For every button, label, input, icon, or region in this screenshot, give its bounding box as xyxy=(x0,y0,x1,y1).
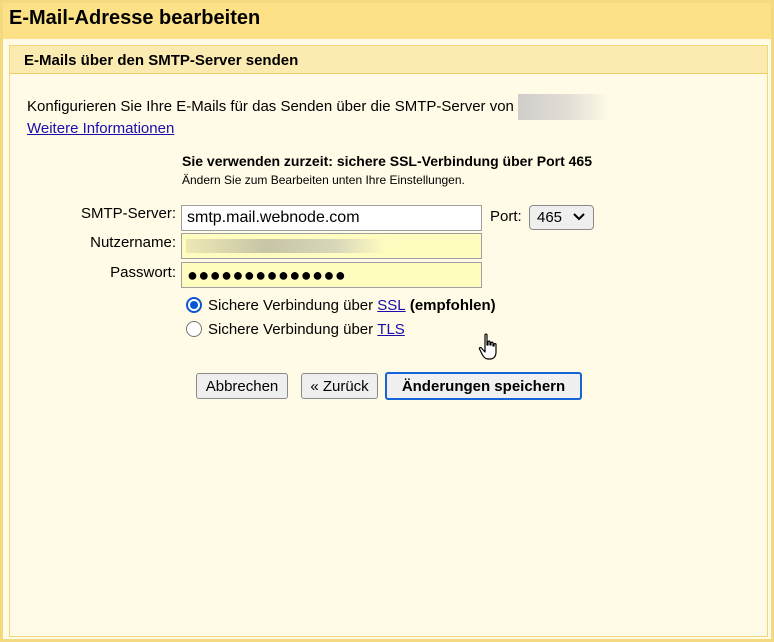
password-input[interactable]: ●●●●●●●●●●●●●● xyxy=(181,262,482,288)
redacted-provider xyxy=(518,94,611,120)
dialog-title: E-Mail-Adresse bearbeiten xyxy=(9,7,261,29)
smtp-server-input[interactable] xyxy=(181,205,482,231)
port-select[interactable]: 465 xyxy=(529,205,594,230)
port-value: 465 xyxy=(537,209,563,226)
intro-text: Konfigurieren Sie Ihre E-Mails für das S… xyxy=(27,97,514,115)
ssl-radio[interactable] xyxy=(186,297,202,313)
section-title: E-Mails über den SMTP-Server senden xyxy=(24,52,299,69)
ssl-recommended: (empfohlen) xyxy=(409,296,496,314)
tls-prefix: Sichere Verbindung über xyxy=(208,320,374,338)
save-changes-button[interactable]: Änderungen speichern xyxy=(385,372,582,400)
hand-pointer-icon xyxy=(477,333,501,366)
cancel-button[interactable]: Abbrechen xyxy=(196,373,288,399)
username-label: Nutzername: xyxy=(90,234,176,251)
smtp-server-label: SMTP-Server: xyxy=(80,205,176,222)
connection-status-hint: Ändern Sie zum Bearbeiten unten Ihre Ein… xyxy=(182,173,465,187)
more-info-link[interactable]: Weitere Informationen xyxy=(27,120,174,137)
ssl-link[interactable]: SSL xyxy=(377,297,405,314)
tls-option[interactable]: Sichere Verbindung über TLS xyxy=(186,318,405,340)
tls-radio[interactable] xyxy=(186,321,202,337)
connection-status: Sie verwenden zurzeit: sichere SSL-Verbi… xyxy=(182,153,592,169)
password-mask: ●●●●●●●●●●●●●● xyxy=(187,265,347,285)
tls-link[interactable]: TLS xyxy=(377,321,405,338)
ssl-option[interactable]: Sichere Verbindung über SSL (empfohlen) xyxy=(186,294,496,316)
smtp-settings-card: E-Mails über den SMTP-Server senden Konf… xyxy=(9,45,768,637)
dialog-title-bar: E-Mail-Adresse bearbeiten xyxy=(3,3,771,39)
redacted-username xyxy=(186,239,386,253)
section-header: E-Mails über den SMTP-Server senden xyxy=(10,46,767,74)
back-button[interactable]: « Zurück xyxy=(301,373,378,399)
ssl-prefix: Sichere Verbindung über xyxy=(208,296,374,314)
port-label: Port: xyxy=(490,208,522,225)
username-input[interactable] xyxy=(181,233,482,259)
intro-text-block: Konfigurieren Sie Ihre E-Mails für das S… xyxy=(27,94,611,138)
password-label: Passwort: xyxy=(110,264,176,281)
chevron-down-icon xyxy=(572,208,586,229)
